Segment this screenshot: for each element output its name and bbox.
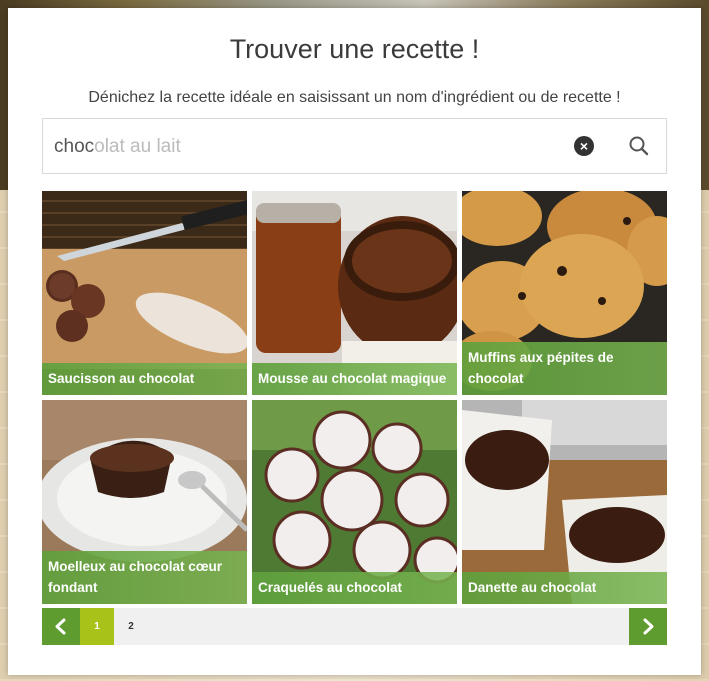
recipe-title: Craquelés au chocolat [252, 572, 457, 604]
recipe-card[interactable]: Muffins aux pépites de chocolat [462, 191, 667, 395]
pagination: 1 2 [42, 608, 667, 645]
recipe-title: Moelleux au chocolat cœur fondant [42, 551, 247, 604]
search-autocomplete-hint: olat au lait [94, 136, 181, 157]
search-icon[interactable] [628, 135, 650, 157]
recipe-card[interactable]: Danette au chocolat [462, 400, 667, 604]
page-1-button[interactable]: 1 [80, 608, 114, 645]
recipe-title: Mousse au chocolat magique [252, 363, 457, 395]
chevron-right-icon [643, 618, 654, 635]
modal-title: Trouver une recette ! [229, 34, 480, 64]
page-2-button[interactable]: 2 [114, 608, 148, 645]
recipe-title: Muffins aux pépites de chocolat [462, 342, 667, 395]
previous-page-button[interactable] [42, 608, 80, 645]
recipe-grid: Saucisson au chocolat Mousse au chocolat… [42, 191, 668, 605]
clear-search-icon[interactable]: × [574, 136, 594, 156]
search-input[interactable]: chocolat au lait [54, 136, 181, 158]
recipe-card[interactable]: Craquelés au chocolat [252, 400, 457, 604]
search-typed-text: choc [54, 136, 95, 157]
recipe-card[interactable]: Mousse au chocolat magique [252, 191, 457, 395]
recipe-card[interactable]: Moelleux au chocolat cœur fondant [42, 400, 247, 604]
recipe-search-modal: Trouver une recette ! Dénichez la recett… [8, 8, 701, 675]
modal-subtitle: Dénichez la recette idéale en saisissant… [88, 89, 621, 106]
recipe-title: Danette au chocolat [462, 572, 667, 604]
search-box[interactable]: chocolat au lait × [42, 118, 667, 174]
next-page-button[interactable] [629, 608, 667, 645]
chevron-left-icon [55, 618, 66, 635]
recipe-title: Saucisson au chocolat [42, 363, 247, 395]
recipe-card[interactable]: Saucisson au chocolat [42, 191, 247, 395]
